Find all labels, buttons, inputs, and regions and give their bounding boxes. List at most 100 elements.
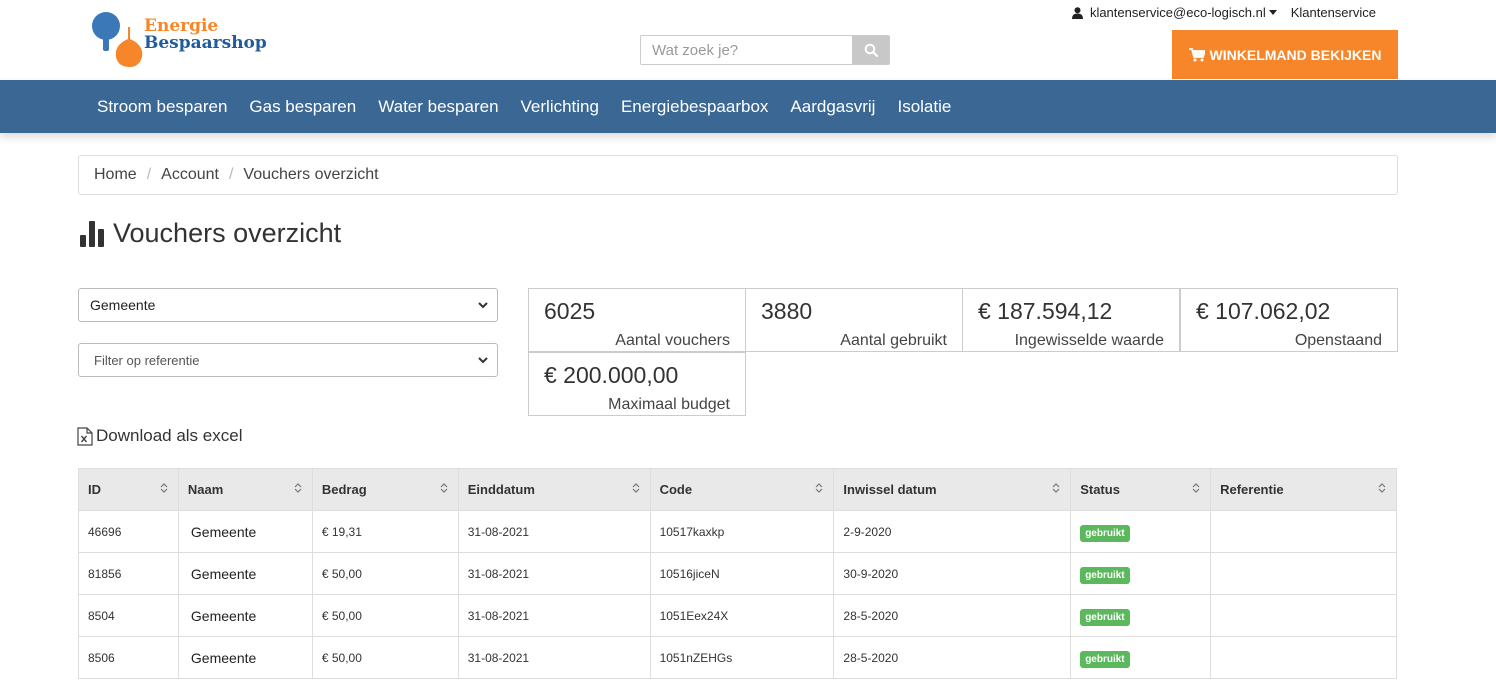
cell-naam: Gemeente <box>177 552 313 595</box>
column-header-label: Inwissel datum <box>843 482 937 497</box>
sort-icon <box>1192 483 1200 493</box>
sort-icon <box>815 483 823 493</box>
column-header-referentie[interactable]: Referentie <box>1210 468 1397 511</box>
status-badge: gebruikt <box>1080 524 1130 542</box>
column-header-bedrag[interactable]: Bedrag <box>311 468 459 511</box>
cell-id: 46696 <box>78 510 179 553</box>
column-header-naam[interactable]: Naam <box>177 468 313 511</box>
cell-code: 10517kaxkp <box>649 510 835 553</box>
nav-item-water-besparen[interactable]: Water besparen <box>367 97 509 117</box>
account-dropdown[interactable]: klantenservice@eco-logisch.nl <box>1071 5 1277 20</box>
sort-icon <box>632 483 639 493</box>
cell-code: 10516jiceN <box>649 552 835 595</box>
bar-chart-icon <box>80 221 104 247</box>
cell-referentie <box>1210 636 1397 679</box>
breadcrumb-account[interactable]: Account <box>161 166 219 184</box>
view-cart-label: WINKELMAND BEKIJKEN <box>1209 46 1382 63</box>
column-header-label: Status <box>1080 482 1120 497</box>
cell-inwissel-datum: 30-9-2020 <box>833 552 1072 595</box>
breadcrumb-home[interactable]: Home <box>94 166 137 184</box>
stat-value: € 107.062,02 <box>1196 298 1331 324</box>
stat-label: Ingewisselde waarde <box>1014 332 1164 349</box>
column-header-label: Naam <box>187 482 224 497</box>
column-header-label: Bedrag <box>321 482 367 497</box>
cell-bedrag: € 50,00 <box>311 552 459 595</box>
referentie-filter-value: Filter op referentie <box>94 352 200 368</box>
download-excel-label: Download als excel <box>96 426 243 445</box>
cell-referentie <box>1210 510 1397 553</box>
column-header-inwissel-datum[interactable]: Inwissel datum <box>833 468 1072 511</box>
search-button[interactable] <box>852 36 889 64</box>
customer-service-link[interactable]: Klantenservice <box>1291 5 1376 20</box>
column-header-status[interactable]: Status <box>1070 468 1212 511</box>
shopping-cart-icon <box>1188 47 1205 61</box>
cell-inwissel-datum: 2-9-2020 <box>833 510 1072 553</box>
stat-label: Openstaand <box>1294 332 1382 349</box>
cell-code: 1051nZEHGs <box>649 636 835 679</box>
stat-label: Maximaal budget <box>608 396 730 413</box>
breadcrumb: Home / Account / Vouchers overzicht <box>78 155 1398 195</box>
cell-einddatum: 31-08-2021 <box>457 594 651 637</box>
logo-line-2: Bespaarshop <box>144 33 267 53</box>
column-header-einddatum[interactable]: Einddatum <box>457 468 651 511</box>
stat-openstaand: € 107.062,02 Openstaand <box>1180 288 1398 352</box>
nav-item-isolatie[interactable]: Isolatie <box>886 97 962 117</box>
sort-icon <box>1052 483 1060 493</box>
download-excel-link[interactable]: Download als excel <box>77 426 242 446</box>
search-bar <box>640 35 890 65</box>
page-title: Vouchers overzicht <box>79 218 341 249</box>
logo[interactable]: Energie Bespaarshop <box>92 9 282 67</box>
cell-status: gebruikt <box>1070 636 1212 679</box>
main-nav: Stroom besparen Gas besparen Water bespa… <box>0 80 1496 133</box>
breadcrumb-current: Vouchers overzicht <box>243 166 379 183</box>
sort-icon <box>440 483 448 493</box>
stat-aantal-vouchers: 6025 Aantal vouchers <box>528 288 746 352</box>
table-row: 8506 Gemeente € 50,00 31-08-2021 1051nZE… <box>78 636 1397 679</box>
cell-naam: Gemeente <box>177 636 313 679</box>
stat-value: 3880 <box>761 298 813 324</box>
nav-item-aardgasvrij[interactable]: Aardgasvrij <box>779 97 886 117</box>
nav-item-gas-besparen[interactable]: Gas besparen <box>238 97 367 117</box>
lightbulb-logo-icon <box>92 12 143 67</box>
cell-inwissel-datum: 28-5-2020 <box>833 594 1072 637</box>
column-header-label: Code <box>659 482 693 497</box>
cell-naam: Gemeente <box>177 594 313 637</box>
table-row: 81856 Gemeente € 50,00 31-08-2021 10516j… <box>78 552 1397 595</box>
stat-maximaal-budget: € 200.000,00 Maximaal budget <box>528 352 746 416</box>
gemeente-select[interactable]: Gemeente <box>78 288 498 322</box>
view-cart-button[interactable]: WINKELMAND BEKIJKEN <box>1172 30 1398 79</box>
user-links: klantenservice@eco-logisch.nl Klantenser… <box>1071 5 1376 20</box>
cell-id: 8504 <box>78 594 179 637</box>
cell-bedrag: € 19,31 <box>311 510 459 553</box>
nav-item-stroom-besparen[interactable]: Stroom besparen <box>86 97 238 117</box>
stat-value: € 187.594,12 <box>978 298 1113 324</box>
column-header-label: Referentie <box>1220 482 1284 497</box>
referentie-filter-select[interactable]: Filter op referentie <box>78 343 498 377</box>
chevron-down-icon <box>478 302 488 309</box>
excel-file-icon <box>77 426 93 446</box>
stat-value: 6025 <box>544 298 596 324</box>
sort-icon <box>160 483 168 493</box>
breadcrumb-separator: / <box>146 166 152 183</box>
cell-einddatum: 31-08-2021 <box>457 636 651 679</box>
caret-down-icon <box>1268 10 1277 15</box>
nav-item-verlichting[interactable]: Verlichting <box>510 97 610 117</box>
cell-id: 8506 <box>78 636 179 679</box>
breadcrumb-separator: / <box>228 166 234 183</box>
column-header-label: Einddatum <box>467 482 535 497</box>
vouchers-table: ID Naam Bedrag Einddatum Code Inwissel d… <box>78 468 1397 679</box>
column-header-id[interactable]: ID <box>78 468 179 511</box>
nav-item-energiebespaarbox[interactable]: Energiebespaarbox <box>610 97 779 117</box>
table-header-row: ID Naam Bedrag Einddatum Code Inwissel d… <box>78 468 1397 511</box>
status-badge: gebruikt <box>1080 608 1130 626</box>
stat-value: € 200.000,00 <box>544 362 679 388</box>
cell-einddatum: 31-08-2021 <box>457 510 651 553</box>
gemeente-select-value: Gemeente <box>90 297 156 313</box>
search-input[interactable] <box>641 36 853 64</box>
cell-referentie <box>1210 594 1397 637</box>
stat-label: Aantal vouchers <box>615 332 730 349</box>
column-header-code[interactable]: Code <box>649 468 835 511</box>
cell-code: 1051Eex24X <box>649 594 835 637</box>
status-badge: gebruikt <box>1080 650 1130 668</box>
chevron-down-icon <box>478 357 488 364</box>
